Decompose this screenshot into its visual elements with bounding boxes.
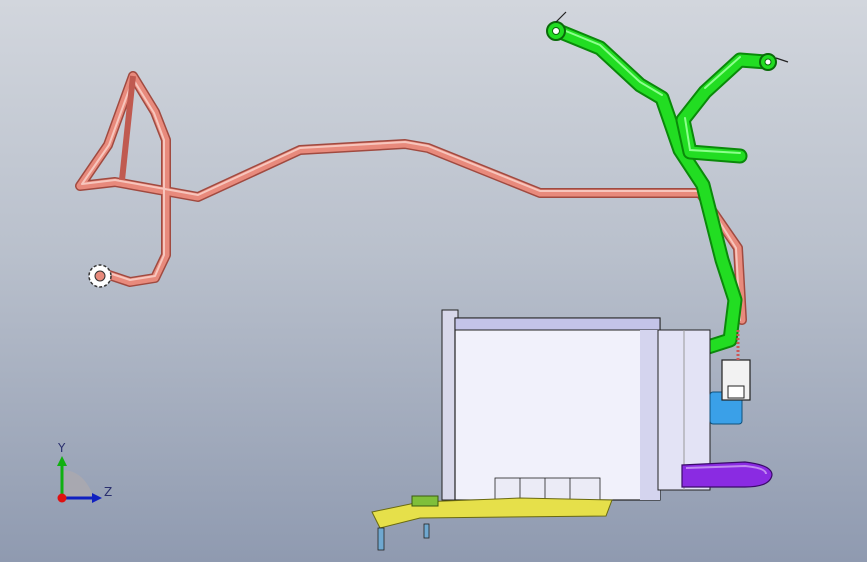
canister-bottom-ribs: [494, 477, 601, 501]
assembly-scene[interactable]: [0, 0, 867, 562]
cad-viewport[interactable]: Y Z: [0, 0, 867, 562]
connector-latch: [727, 385, 745, 399]
canister-top-band: [454, 317, 661, 331]
salmon-hose-end-hole: [94, 270, 106, 282]
triad-y-label: Y: [57, 441, 66, 455]
salmon-hose-outline: [75, 71, 747, 325]
triad-z-arrow: [92, 493, 102, 503]
triad-y-arrow: [57, 456, 67, 466]
salmon-hose-highlight: [81, 78, 741, 321]
canister-shade: [640, 330, 660, 500]
mounting-bracket[interactable]: [371, 495, 613, 551]
triad-z-label: Z: [104, 485, 112, 499]
green-hose[interactable]: [546, 11, 789, 356]
triad-plane: [62, 470, 94, 498]
salmon-hose[interactable]: [75, 71, 747, 325]
green-hose-left-clip-hole: [552, 27, 560, 35]
bracket-bolt-left: [377, 527, 385, 551]
green-hose-right-pin: [775, 57, 789, 63]
bracket-green-tab: [411, 495, 439, 507]
coordinate-triad: Y Z: [57, 441, 112, 503]
green-hose-branch-fill: [677, 54, 772, 162]
triad-x-axis: [57, 493, 67, 503]
purple-pipe[interactable]: [681, 461, 773, 488]
canister[interactable]: [441, 309, 711, 501]
green-hose-right-clip-hole: [764, 58, 772, 66]
canister-shell: [454, 317, 661, 501]
bracket-plate: [371, 497, 613, 529]
green-hose-left-pin: [555, 11, 567, 23]
bracket-bolt-right: [423, 523, 430, 539]
